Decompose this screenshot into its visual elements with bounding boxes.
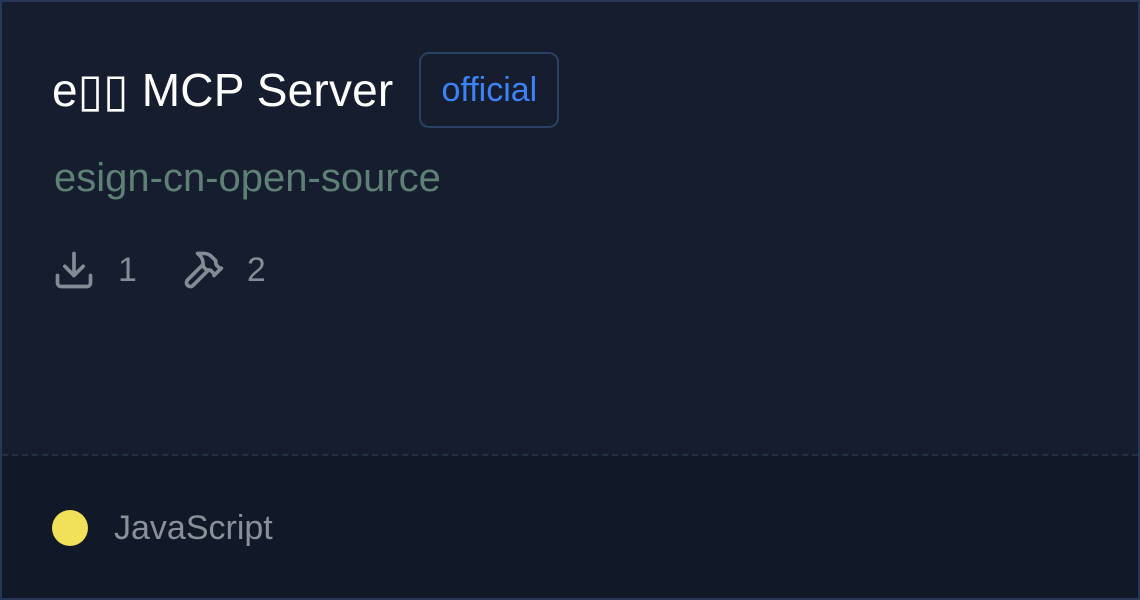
- official-badge: official: [419, 52, 560, 128]
- card-footer: JavaScript: [2, 456, 1138, 598]
- card-body: e▯▯ MCP Server official esign-cn-open-so…: [2, 2, 1138, 454]
- tool-count: 2: [246, 251, 266, 289]
- language-color-dot: [52, 510, 88, 546]
- language-indicator: JavaScript: [52, 506, 273, 550]
- download-count: 1: [118, 251, 137, 289]
- server-author[interactable]: esign-cn-open-source: [54, 152, 441, 204]
- server-title[interactable]: e▯▯ MCP Server: [52, 52, 393, 128]
- tool-count-stat: 2: [181, 246, 266, 294]
- language-name: JavaScript: [114, 509, 273, 547]
- stats-row: 1 2: [52, 246, 310, 294]
- server-card[interactable]: e▯▯ MCP Server official esign-cn-open-so…: [0, 0, 1140, 600]
- title-row: e▯▯ MCP Server official: [52, 52, 560, 128]
- download-count-stat: 1: [52, 246, 137, 294]
- hammer-icon: [181, 248, 225, 292]
- download-icon: [52, 248, 96, 292]
